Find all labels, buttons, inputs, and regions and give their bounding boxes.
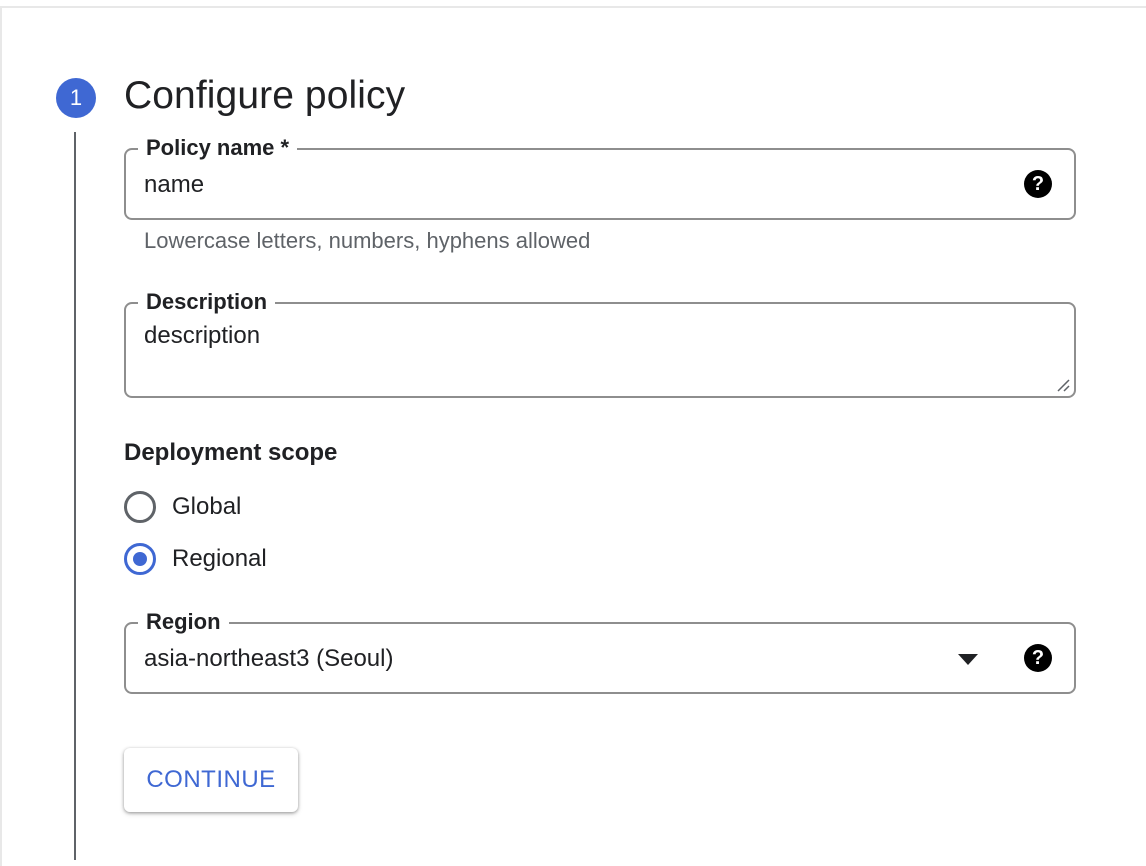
policy-name-input[interactable]: name	[144, 171, 204, 199]
radio-label-regional: Regional	[172, 545, 267, 572]
frame-left-border	[0, 6, 2, 866]
arrow-drop-down-icon[interactable]	[958, 654, 978, 665]
radio-option-global[interactable]: Global	[124, 491, 241, 523]
policy-name-hint: Lowercase letters, numbers, hyphens allo…	[144, 228, 591, 253]
help-circle-icon[interactable]: ?	[1024, 170, 1052, 198]
frame-top-border	[0, 6, 1146, 8]
deployment-scope-label: Deployment scope	[124, 439, 338, 466]
description-textarea[interactable]: description	[144, 322, 260, 350]
region-select[interactable]: Region asia-northeast3 (Seoul) ?	[124, 608, 1076, 694]
policy-name-field[interactable]: Policy name * name ?	[124, 134, 1076, 220]
region-selected-value: asia-northeast3 (Seoul)	[144, 645, 394, 672]
description-field[interactable]: Description description	[124, 288, 1076, 398]
continue-button[interactable]: CONTINUE	[124, 748, 298, 812]
resize-handle-icon[interactable]	[1056, 378, 1070, 392]
radio-option-regional[interactable]: Regional	[124, 543, 267, 575]
radio-button-global[interactable]	[124, 491, 156, 523]
region-label: Region	[138, 608, 229, 636]
help-circle-icon[interactable]: ?	[1024, 644, 1052, 672]
radio-button-regional[interactable]	[124, 543, 156, 575]
step-connector-line	[74, 132, 76, 860]
policy-name-label: Policy name *	[138, 134, 298, 162]
step-number-badge: 1	[56, 78, 96, 118]
description-label: Description	[138, 288, 276, 316]
step-title: Configure policy	[124, 74, 406, 117]
radio-label-global: Global	[172, 493, 242, 520]
